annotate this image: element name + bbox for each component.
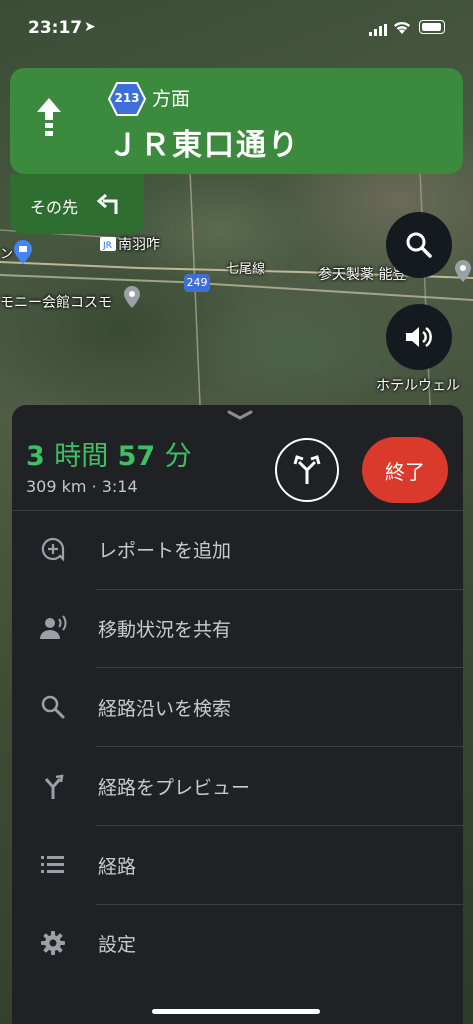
map-label-edge: ン (0, 247, 14, 262)
menu-item-label: レポートを追加 (98, 540, 232, 562)
eta-hours: 3 (26, 441, 45, 472)
menu-item-settings[interactable]: 設定 (12, 912, 463, 972)
cellular-signal-icon (369, 24, 387, 36)
location-arrow-icon: ➤ (84, 19, 96, 35)
divider (96, 904, 463, 905)
turn-left-icon (96, 193, 118, 214)
trip-details: 309 km · 3:14 (26, 477, 138, 496)
home-indicator[interactable] (152, 1009, 320, 1014)
map-label-line: 七尾線 (226, 262, 266, 277)
eta-minutes-unit: 分 (164, 441, 192, 472)
menu-item-label: 経路 (98, 856, 137, 878)
search-button[interactable] (386, 212, 452, 278)
menu-item-add-report[interactable]: レポートを追加 (12, 518, 463, 578)
menu-item-route-preview[interactable]: 経路をプレビュー (12, 755, 463, 815)
eta-duration: 3 時間 57 分 (26, 434, 192, 473)
alternate-routes-icon (293, 455, 321, 484)
route-preview-icon (44, 774, 64, 799)
map-label-station: 南羽咋 (118, 237, 160, 253)
menu-item-share-location[interactable]: 移動状況を共有 (12, 597, 463, 657)
status-time: 23:17 (28, 18, 83, 38)
street-name: ＪＲ東口通り (108, 128, 300, 163)
status-bar: 23:17 ➤ (0, 0, 473, 56)
menu-item-label: 経路をプレビュー (98, 777, 251, 799)
menu-item-label: 設定 (98, 934, 137, 956)
eta-hours-unit: 時間 (54, 441, 109, 472)
volume-icon (406, 326, 432, 348)
alternate-routes-button[interactable] (275, 438, 339, 502)
divider (96, 589, 463, 590)
shopping-pin-icon[interactable] (14, 240, 32, 268)
end-navigation-button[interactable]: 終了 (362, 437, 448, 503)
straight-arrow-icon (37, 98, 61, 136)
add-report-icon (41, 537, 65, 562)
share-location-icon (40, 615, 67, 639)
menu-item-label: 経路沿いを検索 (98, 698, 232, 720)
train-station-icon: JR (100, 236, 116, 255)
menu-item-label: 移動状況を共有 (98, 619, 232, 641)
divider (12, 510, 463, 511)
wifi-icon (394, 21, 410, 34)
sound-button[interactable] (386, 304, 452, 370)
menu-item-route-steps[interactable]: 経路 (12, 834, 463, 894)
map-label-business: 参天製薬 能登 (318, 267, 407, 283)
svg-text:JR: JR (102, 241, 112, 251)
divider (96, 746, 463, 747)
battery-icon (419, 20, 445, 34)
divider (96, 667, 463, 668)
eta-minutes: 57 (117, 441, 156, 472)
map-pin-icon[interactable] (124, 286, 140, 312)
list-icon (41, 856, 64, 873)
route-213-shield: 213 (107, 82, 147, 116)
divider (96, 825, 463, 826)
menu-item-search-along-route[interactable]: 経路沿いを検索 (12, 676, 463, 736)
direction-suffix: 方面 (152, 88, 191, 110)
route-249-shield: 249 (184, 274, 210, 292)
map-label-hotel: ホテルウェル (376, 378, 460, 394)
search-icon (41, 695, 65, 719)
chevron-down-icon[interactable] (227, 410, 253, 420)
map-label-hall: モニー会館コスモ (0, 295, 112, 311)
gear-icon (41, 931, 65, 955)
map-pin-icon[interactable] (455, 260, 471, 286)
search-icon (406, 232, 432, 258)
route-number: 213 (114, 91, 140, 105)
then-label: その先 (30, 198, 79, 217)
